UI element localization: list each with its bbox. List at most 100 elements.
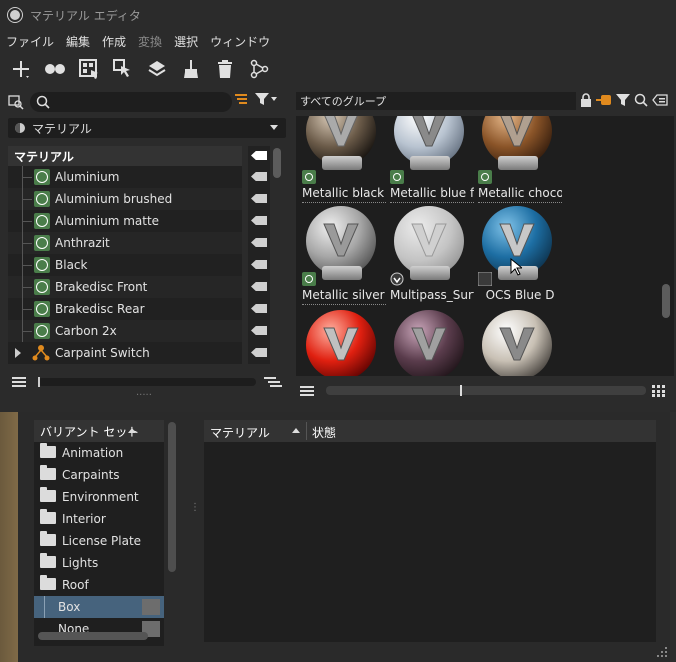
variant-vertical-scrollbar[interactable]	[168, 422, 176, 572]
tree-scrollbar[interactable]	[273, 148, 281, 178]
material-tile-red[interactable]	[300, 310, 386, 376]
material-tile-metallic-chocolate[interactable]: Metallic chocol	[476, 116, 562, 203]
pick-button[interactable]	[106, 54, 140, 84]
tree-item-aluminium-brushed[interactable]: Aluminium brushed	[8, 188, 242, 210]
material-check-icon	[34, 191, 50, 207]
menu-file[interactable]: ファイル	[6, 33, 54, 50]
tree-header[interactable]: マテリアル	[8, 146, 242, 166]
tree-item-carpaint-switch[interactable]: Carpaint Switch	[8, 342, 242, 364]
tree-item-brakedisc-front[interactable]: Brakedisc Front	[8, 276, 242, 298]
assign-icon	[148, 61, 166, 77]
delete-button[interactable]	[208, 54, 242, 84]
lock-icon[interactable]	[580, 93, 592, 107]
group-filter[interactable]: すべてのグループ	[296, 92, 576, 110]
material-check-icon	[34, 235, 50, 251]
node-filter-icon[interactable]	[596, 93, 612, 107]
search-input[interactable]	[30, 92, 232, 112]
add-button[interactable]	[4, 54, 38, 84]
folder-icon	[40, 487, 56, 502]
right-footer	[296, 384, 674, 398]
menu-window[interactable]: ウィンドウ	[210, 33, 270, 50]
tag-column	[248, 146, 270, 364]
material-tile-pearl[interactable]	[476, 310, 562, 376]
material-grid-panel: すべてのグループ Metallic black Metallic blue fi	[294, 88, 676, 404]
sort-up-icon	[292, 428, 300, 433]
sweep-button[interactable]	[174, 54, 208, 84]
graph-button[interactable]	[242, 54, 276, 84]
tree-item-anthrazit[interactable]: Anthrazit	[8, 232, 242, 254]
slider-handle[interactable]	[460, 385, 462, 396]
material-tile-ocs-blue[interactable]: OCS Blue D	[476, 206, 562, 310]
material-tile-metallic-blue[interactable]: Metallic blue fi	[388, 116, 474, 203]
folder-icon	[40, 443, 56, 458]
tree-item-black[interactable]: Black	[8, 254, 242, 276]
material-check-icon	[390, 170, 404, 184]
delete-icon	[218, 60, 232, 78]
sort-icon[interactable]	[234, 92, 248, 106]
variant-item-carpaints[interactable]: Carpaints	[34, 464, 164, 486]
variant-item-roof[interactable]: Roof	[34, 574, 164, 596]
tag-icon	[251, 216, 267, 225]
tree-view-icon[interactable]	[264, 376, 282, 388]
splitter-handle[interactable]: ⋮	[290, 231, 300, 241]
thumbnail-size-slider[interactable]	[326, 386, 646, 395]
tree-zoom-slider[interactable]	[38, 378, 256, 386]
grid-scrollbar[interactable]	[662, 284, 670, 318]
material-tile-multipass-surf[interactable]: Multipass_Surf	[388, 206, 474, 310]
material-tile-metallic-black[interactable]: Metallic black	[300, 116, 386, 203]
list-view-icon[interactable]	[12, 376, 26, 388]
filter-icon[interactable]	[254, 92, 278, 106]
variant-item-box[interactable]: Box	[34, 596, 164, 618]
list-view-icon[interactable]	[300, 385, 314, 397]
variant-header[interactable]: バリアント セット	[34, 420, 164, 442]
splitter-handle[interactable]: ⋮	[190, 503, 200, 513]
tree-item-brakedisc-rear[interactable]: Brakedisc Rear	[8, 298, 242, 320]
expand-arrow-icon[interactable]	[14, 348, 22, 358]
multipass-icon	[390, 272, 404, 286]
pick-icon	[113, 59, 130, 77]
search-options-icon[interactable]	[8, 94, 24, 110]
tag-icon	[251, 194, 267, 203]
grid-view-icon[interactable]	[652, 385, 666, 397]
slider-handle[interactable]	[38, 377, 40, 387]
material-thumbnail-grid: Metallic black Metallic blue fi Metallic…	[296, 116, 674, 376]
tree-item-carbon-2x[interactable]: Carbon 2x	[8, 320, 242, 342]
menu-edit[interactable]: 編集	[66, 33, 90, 50]
assign-button[interactable]	[140, 54, 174, 84]
app-logo-icon	[8, 8, 22, 22]
variant-item-license-plate[interactable]: License Plate	[34, 530, 164, 552]
tag-filter-icon[interactable]	[652, 94, 668, 106]
mouse-cursor-icon	[510, 258, 522, 276]
column-material[interactable]: マテリアル	[210, 424, 270, 441]
title-bar: マテリアル エディタ	[0, 0, 676, 30]
menu-create[interactable]: 作成	[102, 33, 126, 50]
variant-thumbnail	[142, 599, 160, 615]
material-tree: マテリアル Aluminium Aluminium brushed Alumin…	[8, 146, 242, 364]
material-check-icon	[34, 169, 50, 185]
group-button[interactable]	[38, 54, 72, 84]
material-check-icon	[34, 301, 50, 317]
variant-item-animation[interactable]: Animation	[34, 442, 164, 464]
menu-select[interactable]: 選択	[174, 33, 198, 50]
tree-item-aluminium-matte[interactable]: Aluminium matte	[8, 210, 242, 232]
column-state[interactable]: 状態	[312, 424, 336, 441]
select-button[interactable]	[72, 54, 106, 84]
material-type-dropdown[interactable]: マテリアル	[8, 118, 286, 138]
variant-item-interior[interactable]: Interior	[34, 508, 164, 530]
tag-icon	[251, 326, 267, 335]
variant-horizontal-scrollbar[interactable]	[38, 632, 148, 640]
folder-icon	[40, 509, 56, 524]
tag-icon	[251, 282, 267, 291]
tree-item-aluminium[interactable]: Aluminium	[8, 166, 242, 188]
material-tile-metallic-silver[interactable]: Metallic silver d	[300, 206, 386, 310]
resize-grip-icon[interactable]	[656, 646, 668, 658]
material-tile-dark-metallic[interactable]	[388, 310, 474, 376]
variant-item-lights[interactable]: Lights	[34, 552, 164, 574]
toolbar	[0, 52, 676, 86]
variant-item-environment[interactable]: Environment	[34, 486, 164, 508]
search-icon[interactable]	[634, 93, 648, 107]
horizontal-splitter-handle[interactable]: ·····	[136, 391, 160, 401]
material-check-icon	[34, 257, 50, 273]
filter-icon[interactable]	[616, 93, 630, 107]
search-icon	[36, 95, 50, 109]
